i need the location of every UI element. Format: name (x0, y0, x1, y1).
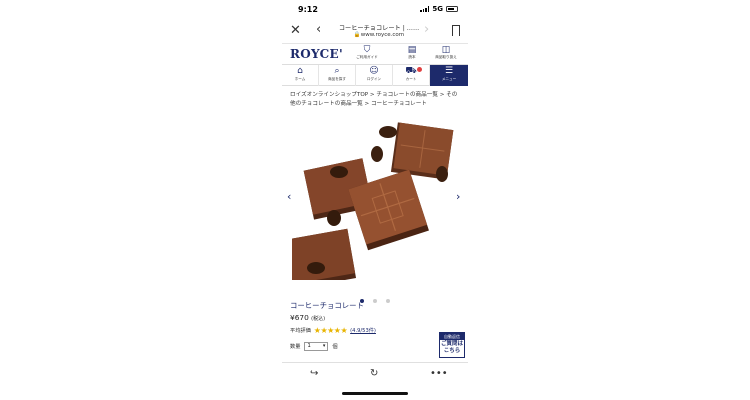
forward-icon[interactable]: › (424, 22, 429, 37)
screen: 9:12 5G ✕ ‹ コーヒーチョコレート | …… 🔒www.royce.c… (0, 0, 750, 400)
cart-badge (417, 67, 422, 72)
close-icon[interactable]: ✕ (290, 23, 301, 38)
product-image[interactable] (292, 118, 458, 280)
hamburger-icon: ☰ (444, 66, 454, 76)
nav-search[interactable]: ⌕ 商品を探す (319, 65, 356, 86)
carousel-prev-icon[interactable]: ‹ (287, 190, 291, 203)
signal-icon (420, 6, 430, 12)
status-indicators: 5G (420, 5, 458, 13)
cart-icon: ⛟ (405, 66, 417, 76)
product-name: コーヒーチョコレート (290, 301, 364, 310)
share-icon[interactable]: ↪ (310, 368, 318, 379)
rating-label: 平均評価 (290, 328, 311, 334)
product-rating: 平均評価 ★★★★★ (4.9/53件) (290, 326, 376, 335)
chocolate-photo (292, 122, 454, 280)
quantity-label: 数量 (290, 344, 301, 350)
header-link-stores[interactable]: ◫ 商品取り扱え (433, 45, 459, 60)
tax-note: (税込) (311, 316, 326, 322)
page-title: コーヒーチョコレート | …… (338, 25, 420, 32)
bookmark-icon[interactable] (452, 25, 460, 36)
home-indicator (342, 392, 408, 395)
quantity-select[interactable]: 1 (304, 342, 329, 351)
nav-home[interactable]: ⌂ ホーム (282, 65, 319, 86)
header-link-reader[interactable]: ▤ 読本 (399, 45, 425, 60)
quantity-row: 数量 1 個 (290, 342, 338, 351)
browser-bottom-bar: ↪ ↻ ••• (282, 362, 468, 386)
back-icon[interactable]: ‹ (316, 22, 321, 37)
header-link-guide[interactable]: ⛉ ご利用ガイド (354, 45, 380, 60)
home-icon: ⌂ (297, 66, 303, 76)
review-count-link[interactable]: (4.9/53件) (350, 327, 376, 334)
chat-help-button[interactable]: 自動返信 ご質問は こちら (439, 332, 465, 358)
quantity-unit: 個 (332, 344, 338, 350)
address-area[interactable]: コーヒーチョコレート | …… 🔒www.royce.com (334, 23, 424, 38)
network-label: 5G (432, 5, 443, 13)
site-header: ROYCE' ⛉ ご利用ガイド ▤ 読本 ◫ 商品取り扱え (282, 43, 468, 63)
carousel-dot[interactable] (373, 299, 377, 303)
nav-cart[interactable]: ⛟ カート (393, 65, 430, 86)
more-icon[interactable]: ••• (430, 368, 448, 379)
page-url: 🔒www.royce.com (353, 32, 405, 38)
lock-icon: 🔒 (353, 32, 361, 38)
phone-screen: 9:12 5G ✕ ‹ コーヒーチョコレート | …… 🔒www.royce.c… (282, 0, 468, 400)
reload-icon[interactable]: ↻ (370, 368, 378, 379)
shield-icon: ⛉ (363, 45, 371, 55)
book-icon: ▤ (407, 45, 417, 55)
royce-logo[interactable]: ROYCE' (290, 47, 343, 61)
open-book-icon: ◫ (441, 45, 451, 55)
user-icon: ☺ (369, 66, 379, 76)
battery-icon (446, 6, 458, 12)
nav-login[interactable]: ☺ ログイン (356, 65, 393, 86)
product-price: ¥670 (税込) (290, 313, 326, 322)
main-nav: ⌂ ホーム ⌕ 商品を探す ☺ ログイン ⛟ カート ☰ メニュー (282, 64, 468, 86)
search-icon: ⌕ (334, 66, 340, 76)
breadcrumb[interactable]: ロイズオンラインショップTOP > チョコレートの商品一覧 > その他のチョコレ… (290, 91, 462, 109)
status-bar: 9:12 5G (282, 0, 468, 18)
nav-menu[interactable]: ☰ メニュー (430, 65, 468, 86)
carousel-next-icon[interactable]: › (456, 190, 460, 203)
browser-toolbar: ✕ ‹ コーヒーチョコレート | …… 🔒www.royce.com › (282, 20, 468, 42)
star-rating-icon: ★★★★★ (313, 326, 348, 335)
clock: 9:12 (298, 5, 318, 14)
carousel-dot[interactable] (386, 299, 391, 303)
